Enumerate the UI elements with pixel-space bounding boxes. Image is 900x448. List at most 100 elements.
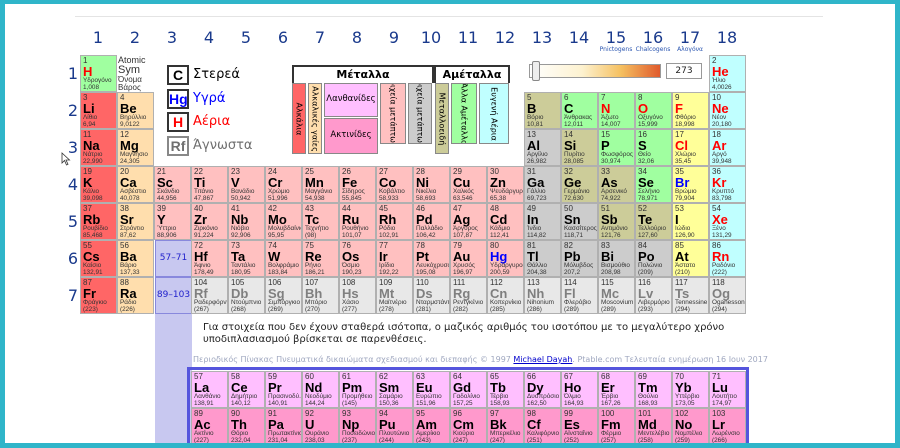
- element-au[interactable]: 79 Au Χρυσός 196,97: [450, 240, 487, 277]
- state-key-3[interactable]: Rf: [167, 136, 189, 156]
- element-li[interactable]: 3 Li Λίθιο 6,94: [80, 92, 117, 129]
- element-hf[interactable]: 72 Hf Άφνιο 178,49: [191, 240, 228, 277]
- element-ta[interactable]: 73 Ta Ταντάλιο 180,95: [228, 240, 265, 277]
- element-al[interactable]: 13 Al Αργίλιο 26,982: [524, 129, 561, 166]
- legend-actinides[interactable]: Ακτινίδες: [324, 118, 378, 154]
- element-rb[interactable]: 37 Rb Ρουβίδιο 85,468: [80, 203, 117, 240]
- element-co[interactable]: 27 Co Κοβάλτιο 58,933: [376, 166, 413, 203]
- group-header-3[interactable]: 3: [154, 28, 190, 47]
- element-se[interactable]: 34 Se Σελήνιο 78,971: [635, 166, 672, 203]
- group-header-10[interactable]: 10: [413, 28, 449, 47]
- element-fe[interactable]: 26 Fe Σίδηρος 55,845: [339, 166, 376, 203]
- period-label-4[interactable]: 4: [67, 175, 79, 194]
- element-tc[interactable]: 43 Tc Τεχνήτιο (98): [302, 203, 339, 240]
- element-ge[interactable]: 32 Ge Γερμάνιο 72,630: [561, 166, 598, 203]
- element-sg[interactable]: 106 Sg Σιμπόργκιο (269): [265, 277, 302, 314]
- element-pb[interactable]: 82 Pb Μόλυβδος 207,2: [561, 240, 598, 277]
- element-mc[interactable]: 115 Mc Moscovium (289): [598, 277, 635, 314]
- element-kr[interactable]: 36 Kr Κρυπτό 83,798: [709, 166, 746, 203]
- element-at[interactable]: 85 At Άστατο (210): [672, 240, 709, 277]
- element-ds[interactable]: 110DsΝταρμστάντιο(281): [413, 277, 450, 314]
- legend-other-nonmetals[interactable]: Άλλα Αμέταλλα: [451, 83, 477, 144]
- legend-alkaline-earth[interactable]: Αλκαλικές γαίες: [308, 83, 322, 154]
- element-y[interactable]: 39 Y Ύττριο 88,906: [154, 203, 191, 240]
- legend-lanthanides[interactable]: Λανθανίδες: [324, 83, 378, 117]
- group-subtitle-17[interactable]: Αλογόνα: [670, 46, 710, 53]
- group-header-13[interactable]: 13: [524, 28, 560, 47]
- group-header-17[interactable]: 17: [672, 28, 708, 47]
- group-header-16[interactable]: 16: [635, 28, 671, 47]
- element-be[interactable]: 4 Be Βηρύλλιο 9,0122: [117, 92, 154, 129]
- period-label-7[interactable]: 7: [67, 286, 79, 305]
- group-header-11[interactable]: 11: [450, 28, 486, 47]
- temperature-slider-track[interactable]: [529, 64, 661, 78]
- element-tl[interactable]: 81 Tl Θάλλιο 204,38: [524, 240, 561, 277]
- element-lv[interactable]: 116 Lv Λιβερμόριο (293): [635, 277, 672, 314]
- group-subtitle-16[interactable]: Chalcogens: [633, 46, 673, 53]
- element-sr[interactable]: 38 Sr Στρόντιο 87,62: [117, 203, 154, 240]
- element-w[interactable]: 74 W Βολφράμιο 183,84: [265, 240, 302, 277]
- element-ir[interactable]: 77 Ir Ιρίδιο 192,22: [376, 240, 413, 277]
- author-link[interactable]: Michael Dayah: [513, 355, 572, 364]
- element-in[interactable]: 49 In Ίνδιο 114,82: [524, 203, 561, 240]
- legend-post-transition[interactable]: Στοιχεία μετάπτωσης: [408, 83, 432, 144]
- element-bi[interactable]: 83 Bi Βισμούθιο 208,98: [598, 240, 635, 277]
- element-hs[interactable]: 108 Hs Χάσιο (277): [339, 277, 376, 314]
- group-subtitle-15[interactable]: Pnictogens: [596, 46, 636, 53]
- element-pd[interactable]: 46 Pd Παλλάδιο 106,42: [413, 203, 450, 240]
- state-key-1[interactable]: Hg: [167, 89, 189, 109]
- element-sb[interactable]: 51 Sb Αντιμόνιο 121,76: [598, 203, 635, 240]
- legend-metalloids[interactable]: Μεταλλοειδή: [435, 83, 449, 154]
- element-rg[interactable]: 111 Rg Ρεντγκένιο (282): [450, 277, 487, 314]
- element-cd[interactable]: 48 Cd Κάδμιο 112,41: [487, 203, 524, 240]
- sample-element-hydrogen[interactable]: 1 H Υδρογόνο 1,008: [80, 55, 117, 92]
- group-header-6[interactable]: 6: [265, 28, 301, 47]
- element-db[interactable]: 105 Db Ντούμπνιο (268): [228, 277, 265, 314]
- element-n[interactable]: 7 N Άζωτο 14,007: [598, 92, 635, 129]
- element-cl[interactable]: 17 Cl Χλώριο 35,45: [672, 129, 709, 166]
- element-fl[interactable]: 114 Fl Φλερόβιο (289): [561, 277, 598, 314]
- period-label-1[interactable]: 1: [67, 64, 79, 83]
- element-he[interactable]: 2 He Ήλιο 4,0026: [709, 55, 746, 92]
- element-v[interactable]: 23 V Βανάδιο 50,942: [228, 166, 265, 203]
- element-og[interactable]: 118 Og Oganesson (294): [709, 277, 746, 314]
- element-zr[interactable]: 40 Zr Ζιρκόνιο 91,224: [191, 203, 228, 240]
- element-br[interactable]: 35 Br Βρώμιο 79,904: [672, 166, 709, 203]
- period-label-5[interactable]: 5: [67, 212, 79, 231]
- legend-alkali[interactable]: Αλκάλια: [292, 83, 306, 154]
- element-i[interactable]: 53 I Ιώδιο 126,90: [672, 203, 709, 240]
- state-key-0[interactable]: C: [167, 65, 189, 85]
- element-te[interactable]: 52 Te Τελλούριο 127,60: [635, 203, 672, 240]
- group-header-12[interactable]: 12: [487, 28, 523, 47]
- element-o[interactable]: 8 O Οξυγόνο 15,999: [635, 92, 672, 129]
- element-os[interactable]: 76 Os Όσμιο 190,23: [339, 240, 376, 277]
- group-header-2[interactable]: 2: [117, 28, 153, 47]
- element-rn[interactable]: 86 Rn Ραδόνιο (222): [709, 240, 746, 277]
- element-na[interactable]: 11 Na Νάτριο 22,990: [80, 129, 117, 166]
- element-sc[interactable]: 21 Sc Σκάνδιο 44,956: [154, 166, 191, 203]
- element-cu[interactable]: 29 Cu Χαλκός 63,546: [450, 166, 487, 203]
- element-rf[interactable]: 104RfΡαδερφόρντιο(267): [191, 277, 228, 314]
- element-mo[interactable]: 42 Mo Μολυβδαίνιο 95,95: [265, 203, 302, 240]
- element-ga[interactable]: 31 Ga Γάλλιο 69,723: [524, 166, 561, 203]
- element-c[interactable]: 6 C Άνθρακας 12,011: [561, 92, 598, 129]
- element-as[interactable]: 33 As Αρσενικό 74,922: [598, 166, 635, 203]
- element-sn[interactable]: 50 Sn Κασσίτερος 118,71: [561, 203, 598, 240]
- group-header-4[interactable]: 4: [191, 28, 227, 47]
- element-xe[interactable]: 54 Xe Ξένο 131,29: [709, 203, 746, 240]
- group-header-14[interactable]: 14: [561, 28, 597, 47]
- element-po[interactable]: 84 Po Πολώνιο (209): [635, 240, 672, 277]
- element-mt[interactable]: 109 Mt Μαϊτνέριο (278): [376, 277, 413, 314]
- legend-transition-metals[interactable]: Στοιχεία μετάπτωσης: [380, 83, 406, 144]
- element-ra[interactable]: 88 Ra Ράδιο (226): [117, 277, 154, 314]
- group-header-15[interactable]: 15: [598, 28, 634, 47]
- element-ne[interactable]: 10 Ne Νέον 20,180: [709, 92, 746, 129]
- element-mn[interactable]: 25 Mn Μαγγάνιο 54,938: [302, 166, 339, 203]
- element-b[interactable]: 5 B Βόριο 10,81: [524, 92, 561, 129]
- group-header-5[interactable]: 5: [228, 28, 264, 47]
- state-key-2[interactable]: H: [167, 112, 189, 132]
- element-rh[interactable]: 45 Rh Ρόδιο 102,91: [376, 203, 413, 240]
- element-zn[interactable]: 30ZnΨευδάργυρος65,38: [487, 166, 524, 203]
- element-ni[interactable]: 28 Ni Νικέλιο 58,693: [413, 166, 450, 203]
- element-cs[interactable]: 55 Cs Καίσιο 132,91: [80, 240, 117, 277]
